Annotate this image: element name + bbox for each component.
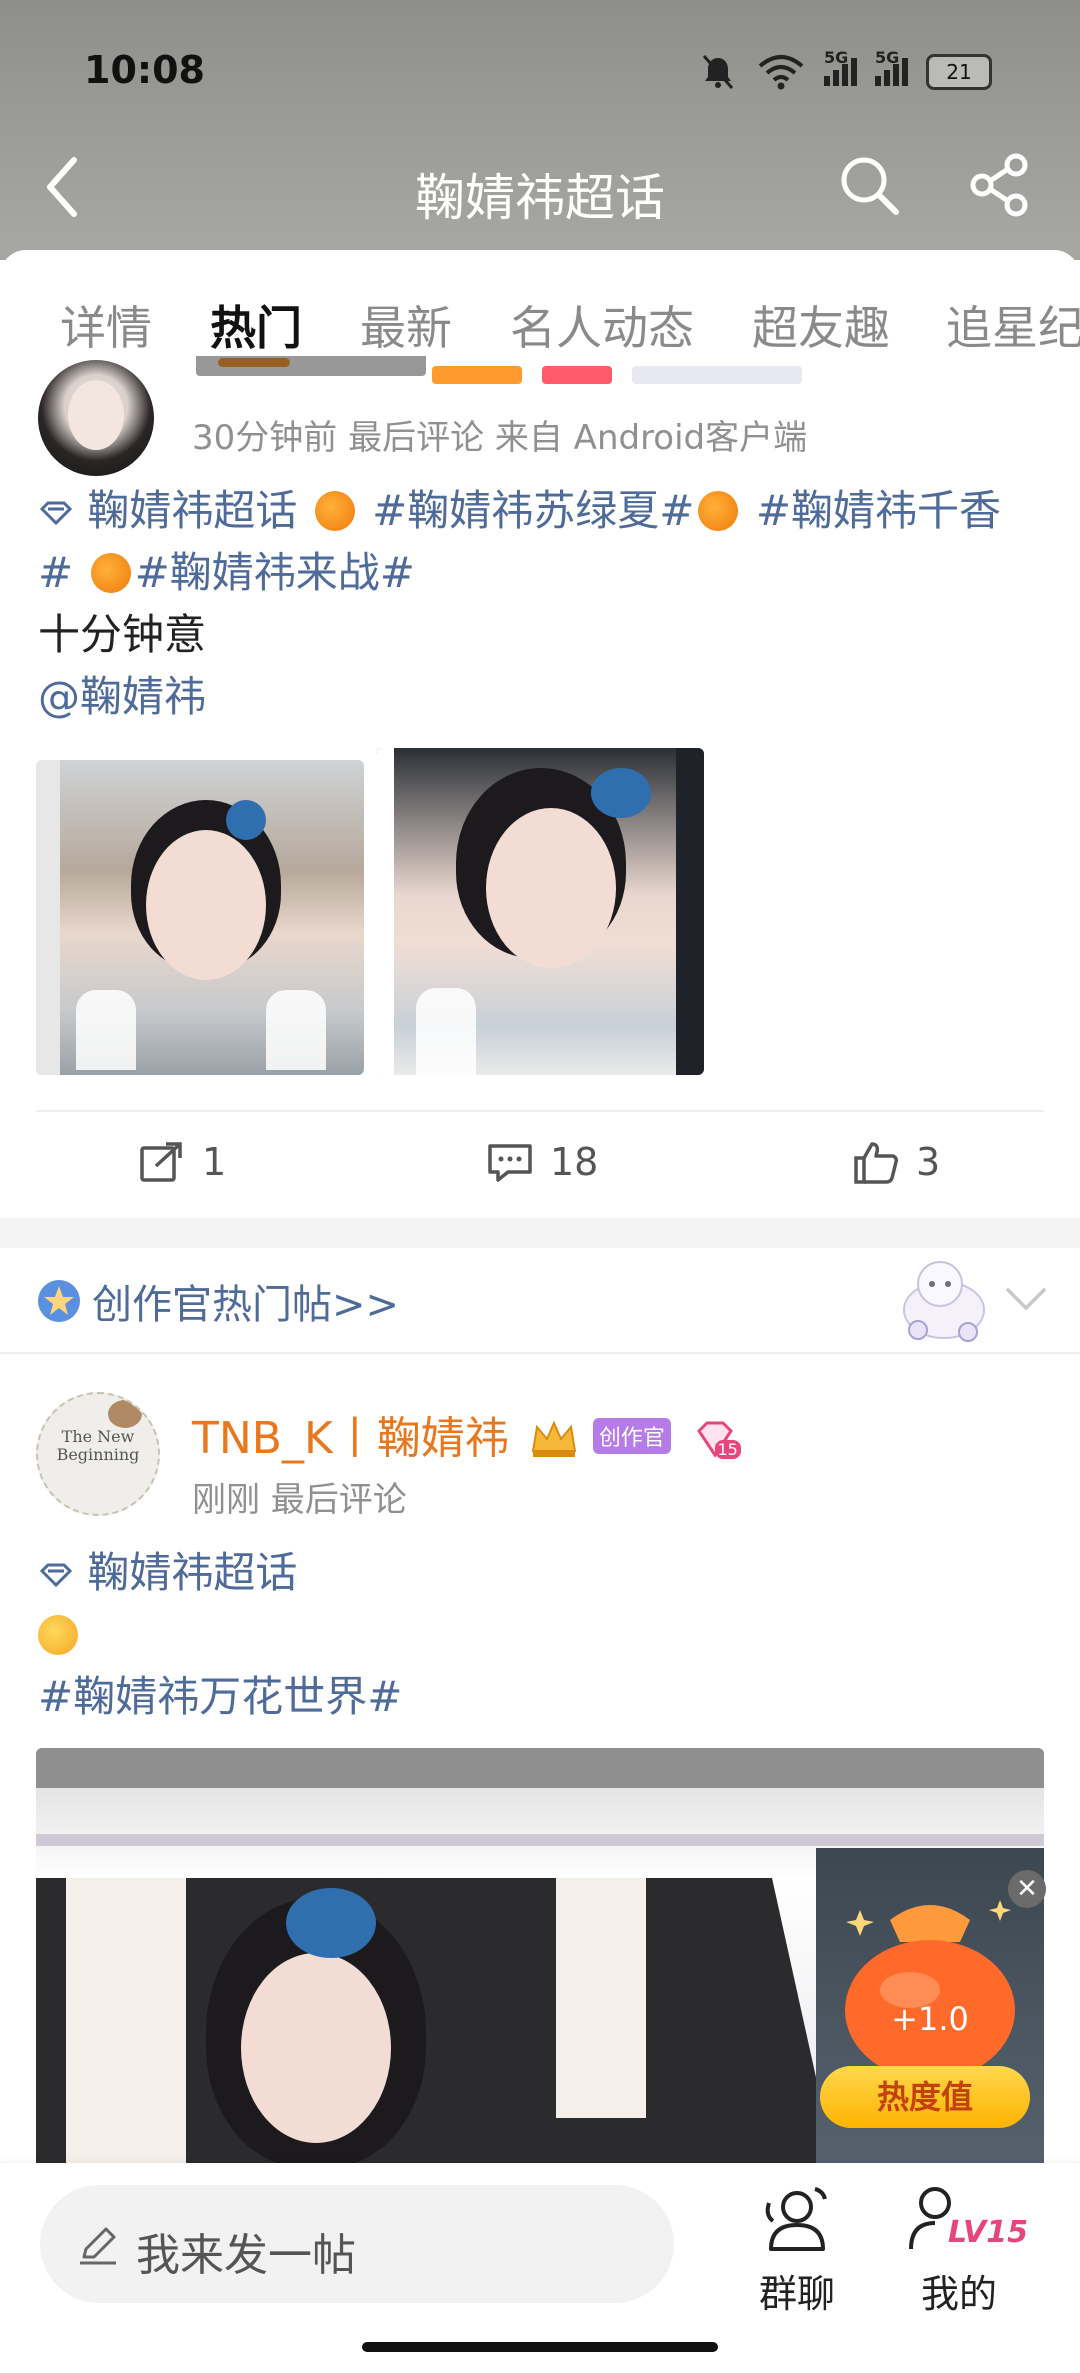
search-icon[interactable]: [836, 152, 902, 218]
avatar[interactable]: The New Beginning: [36, 1392, 160, 1516]
tab-celebrity-updates[interactable]: 名人动态: [510, 292, 694, 358]
repost-button[interactable]: 1: [138, 1140, 226, 1184]
repost-icon: [140, 1142, 182, 1182]
post-body: 鞠婧祎超话 #鞠婧祎万花世界#: [38, 1542, 1048, 1728]
post-meta: 30分钟前 最后评论 来自 Android客户端: [192, 418, 808, 458]
hashtag-link[interactable]: #鞠婧祎千香: [756, 486, 1001, 535]
supertopic-icon: [38, 486, 87, 535]
comment-button[interactable]: 18: [486, 1140, 598, 1184]
bottom-bar: 我来发一帖 群聊 LV15 我的: [0, 2163, 1080, 2373]
like-count: 3: [916, 1140, 941, 1184]
reward-value: +1.0: [891, 2000, 969, 2038]
divider: [36, 1110, 1044, 1112]
post-text: 十分钟意: [38, 610, 207, 659]
creator-hot-posts-link[interactable]: 创作官热门帖>>: [92, 1272, 399, 1330]
supertopic-link[interactable]: 鞠婧祎超话: [87, 486, 297, 535]
compose-post-placeholder: 我来发一帖: [136, 2230, 356, 2281]
user-level-badge: LV15: [948, 2215, 1028, 2250]
mine-label: 我的: [920, 2272, 997, 2316]
hashtag-end[interactable]: #: [38, 548, 73, 597]
battery-icon: 21: [926, 54, 992, 90]
avatar[interactable]: [38, 360, 154, 476]
post-image[interactable]: [36, 760, 364, 1075]
orange-emoji-icon: [314, 491, 355, 531]
battery-level: 21: [946, 60, 972, 84]
heat-value-reward[interactable]: +1.0 热度值: [820, 1880, 1040, 2140]
signal-icon-2: 5G: [875, 48, 908, 86]
chevron-down-icon[interactable]: [1004, 1284, 1048, 1314]
mute-icon: [702, 55, 734, 89]
author-name-row: TNB_K丨鞠婧祎 创作官 15: [192, 1402, 741, 1466]
thumbs-up-icon: [854, 1142, 898, 1184]
supertopic-link[interactable]: 鞠婧祎超话: [87, 1548, 297, 1597]
group-chat-label: 群聊: [758, 2272, 835, 2316]
signal-icon-1: 5G: [824, 48, 857, 86]
divider: [0, 1352, 1080, 1354]
post-meta: 刚刚 最后评论: [192, 1480, 407, 1520]
author-name[interactable]: TNB_K丨鞠婧祎: [192, 1413, 509, 1464]
compose-post-input[interactable]: 我来发一帖: [40, 2185, 674, 2303]
repost-count: 1: [202, 1140, 227, 1184]
hashtag-link[interactable]: #鞠婧祎苏绿夏#: [372, 486, 694, 535]
orange-emoji-icon: [698, 491, 739, 531]
post-body: 鞠婧祎超话 #鞠婧祎苏绿夏# #鞠婧祎千香 # #鞠婧祎来战# 十分钟意 @鞠婧…: [38, 480, 1048, 728]
like-button[interactable]: 3: [852, 1140, 940, 1184]
network-type-2: 5G: [875, 48, 900, 67]
smile-emoji-icon: [38, 1615, 78, 1655]
group-chat-button[interactable]: 群聊: [732, 2181, 862, 2318]
mascot-icon: [903, 1261, 985, 1342]
reward-label: 热度值: [820, 2066, 1030, 2128]
lucky-bag-icon: [845, 1900, 1015, 2080]
crown-badge-icon: [531, 1420, 577, 1457]
creator-badge-icon: [38, 1280, 80, 1322]
mine-button[interactable]: LV15 我的: [894, 2181, 1028, 2318]
mention-link[interactable]: @鞠婧祎: [38, 672, 206, 721]
network-type-1: 5G: [824, 48, 849, 67]
tab-details[interactable]: 详情: [60, 292, 152, 358]
supertopic-icon: [38, 1548, 87, 1597]
orange-emoji-icon: [90, 553, 131, 593]
creator-hot-posts-row[interactable]: 创作官热门帖>>: [0, 1250, 1080, 1350]
comment-count: 18: [550, 1140, 599, 1184]
tab-star-chasing[interactable]: 追星纪: [946, 292, 1080, 358]
section-separator: [0, 1218, 1080, 1248]
creator-badge: 创作官: [592, 1418, 671, 1454]
status-time: 10:08: [84, 48, 205, 92]
author-name-clipped: [192, 356, 812, 386]
tab-super-fans[interactable]: 超友趣: [752, 292, 890, 358]
level-badge-text: 15: [714, 1440, 741, 1459]
status-icons: 5G 5G 21: [698, 48, 992, 92]
share-icon[interactable]: [966, 152, 1032, 218]
home-indicator: [362, 2342, 718, 2352]
group-chat-icon: [765, 2187, 827, 2251]
level-badge-icon: 15: [693, 1419, 741, 1459]
hashtag-link[interactable]: #鞠婧祎来战#: [135, 548, 415, 597]
avatar-text: The New Beginning: [56, 1427, 140, 1464]
comment-icon: [488, 1144, 532, 1182]
pencil-icon: [80, 2227, 116, 2265]
hashtag-link[interactable]: #鞠婧祎万花世界#: [38, 1672, 402, 1721]
wifi-icon: [758, 55, 804, 90]
post-image[interactable]: [376, 748, 704, 1075]
page-title: 鞠婧祎超话: [415, 169, 665, 227]
tab-latest[interactable]: 最新: [360, 292, 452, 358]
tab-bar: 详情 热门 最新 名人动态 超友趣 追星纪: [0, 286, 1080, 366]
tab-hot[interactable]: 热门: [210, 292, 302, 358]
